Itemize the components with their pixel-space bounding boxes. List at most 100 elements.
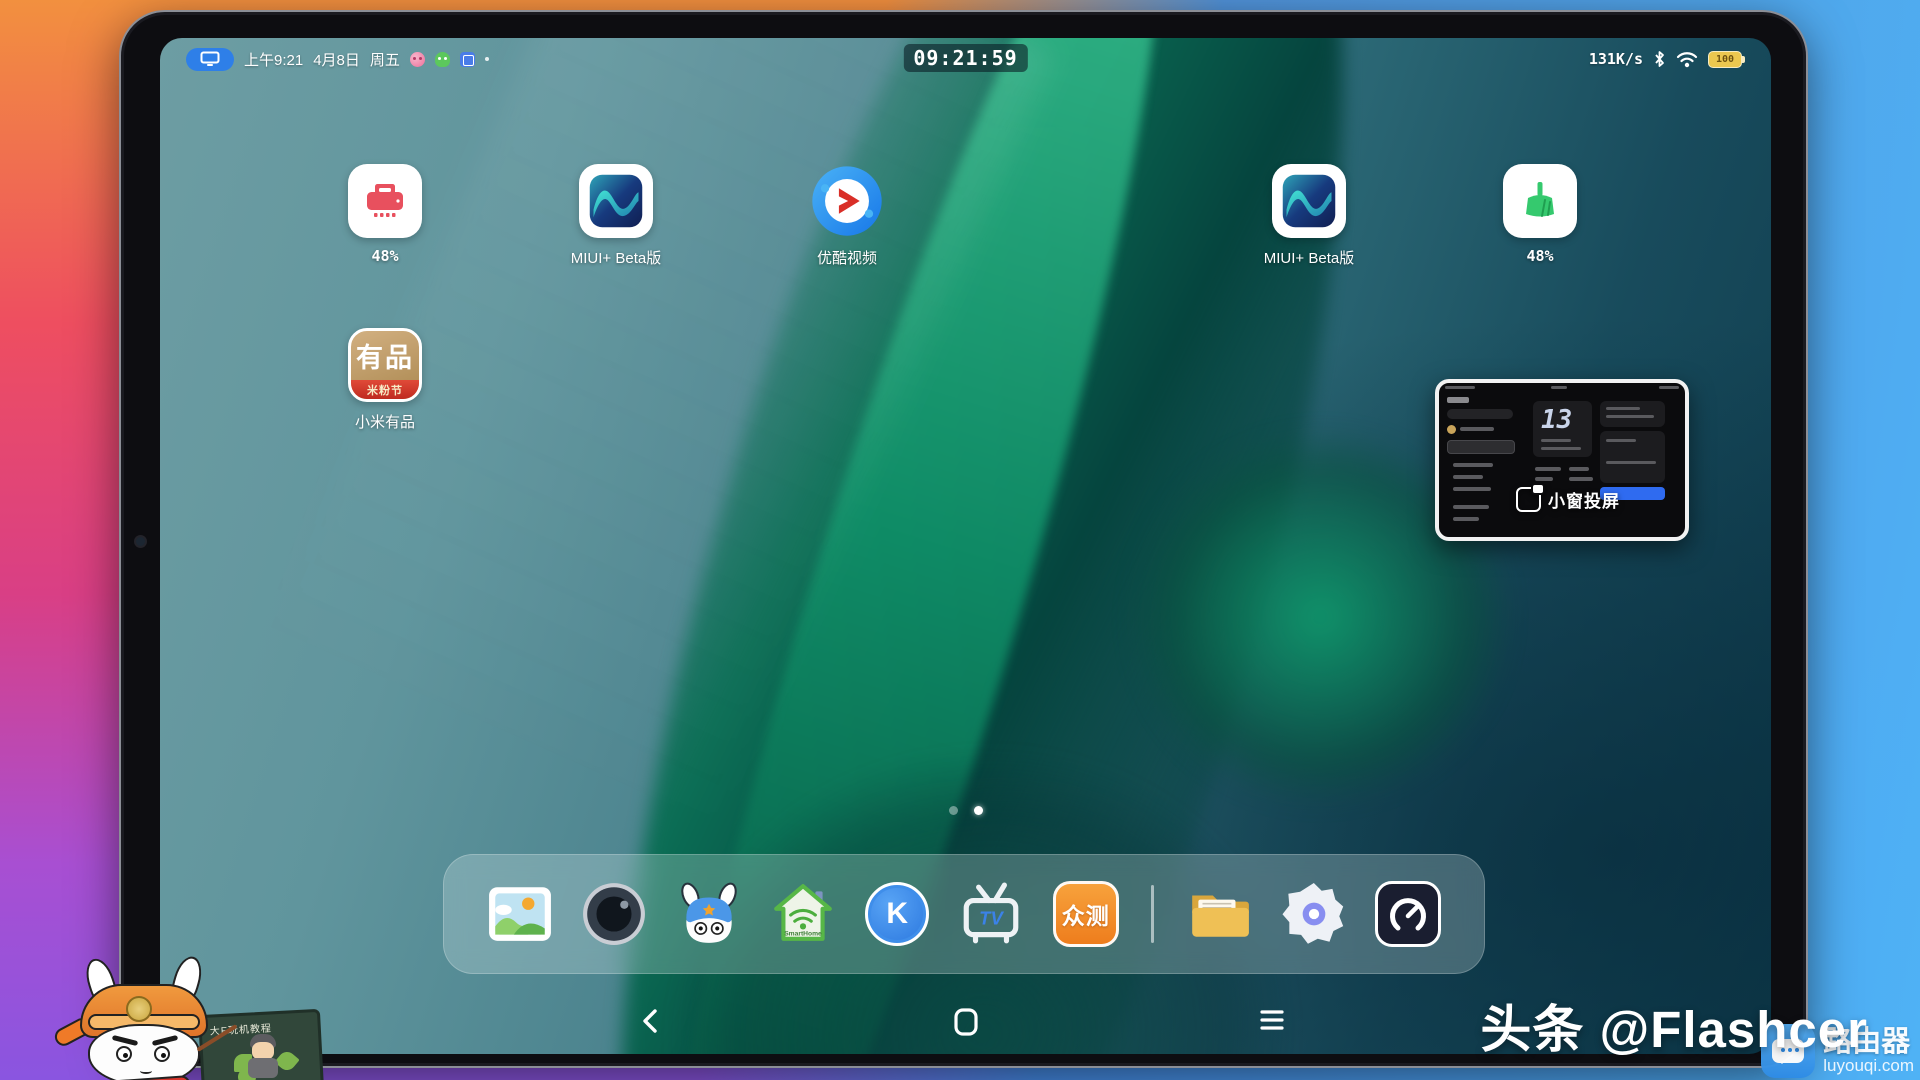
miui-plus-app-icon [579,164,653,238]
dock-settings[interactable] [1281,881,1347,947]
wallpaper-ribbon [537,622,1426,1054]
app-label: MIUI+ Beta版 [1264,247,1354,268]
nav-back-button[interactable] [639,1008,661,1039]
mini-row [1453,487,1491,491]
speedtest-app-icon [1375,881,1441,947]
status-time: 上午9:21 [244,49,303,70]
screencast-caption: 小窗投屏 [1516,487,1620,512]
app-label: 48% [1526,247,1553,265]
dock-k-app[interactable]: K [864,881,930,947]
miui-plus-app-icon [1272,164,1346,238]
mini-statusbar [1659,386,1679,389]
dock-smarthome[interactable]: SmartHome [770,881,836,947]
dock-speedtest[interactable] [1375,881,1441,947]
battery-nub [1742,56,1745,63]
page-indicator [160,806,1771,815]
mi-bunny-icon [676,881,742,947]
network-speed: 131K/s [1589,50,1643,68]
tablet-screen: 上午9:21 4月8日 周五 131K/s [160,38,1771,1054]
camera-icon [581,881,647,947]
status-bar-left: 上午9:21 4月8日 周五 [186,48,489,71]
smarthome-label: SmartHome [784,931,822,938]
zhongce-glyph: 众测 [1062,897,1110,931]
mini-statusbar [1445,386,1475,389]
mini-row [1460,427,1494,431]
smarthome-icon: SmartHome [770,881,836,947]
monitor-icon [200,51,220,67]
mini-settings-title [1447,397,1469,403]
nav-home-button[interactable] [953,1008,979,1041]
desktop-background: 上午9:21 4月8日 周五 131K/s [0,0,1920,1080]
app-miui-plus-2[interactable]: MIUI+ Beta版 [1244,164,1374,268]
app-miui-plus[interactable]: MIUI+ Beta版 [551,164,681,268]
tv-icon: TV [958,881,1024,947]
mini-statusbar [1551,386,1567,389]
tv-glyph: TV [980,907,1005,928]
dock-mi-bunny[interactable] [676,881,742,947]
settings-gear-icon [1281,881,1347,947]
wallpaper-highlight [263,38,1056,841]
app-downloading-cleaner[interactable]: 48% [1475,164,1605,265]
front-camera [136,537,145,546]
printer-app-icon [348,164,422,238]
app-label: 48% [371,247,398,265]
watermark-headline: 头条 @Flashcer [1480,988,1868,1062]
bluetooth-icon [1653,50,1666,68]
k-glyph: K [886,897,908,931]
dock-file-manager[interactable] [1186,881,1252,947]
mini-active-row [1447,440,1515,454]
youpin-app-icon: 有品 米粉节 [348,328,422,402]
mini-search-bar [1447,409,1513,419]
speedometer-icon [1386,892,1430,936]
status-date: 4月8日 [313,49,360,70]
page-dot-active [974,806,983,815]
mi-bunny-mascot [66,962,226,1080]
notification-icon-window [460,52,475,67]
zhongce-app-icon: 众测 [1053,881,1119,947]
screencast-caption-text: 小窗投屏 [1548,487,1620,512]
small-window-icon [1516,487,1541,512]
status-bar-right: 131K/s 100 [1589,50,1745,68]
dock-divider [1151,885,1154,943]
dock-gallery[interactable] [487,881,553,947]
mini-card [1600,401,1665,427]
broom-icon [1520,180,1560,222]
app-label: 优酷视频 [817,247,877,268]
mini-row [1453,475,1483,479]
dock: SmartHome K TV [443,854,1485,974]
youku-app-icon [810,164,884,238]
mascot-overlay: 大F玩机教程 [48,952,398,1080]
mini-row [1453,463,1493,467]
kid-character [234,1034,294,1080]
mini-avatar [1447,425,1456,434]
page-dot [949,806,958,815]
app-downloading-printer[interactable]: 48% [320,164,450,265]
dock-camera[interactable] [581,881,647,947]
gallery-icon [487,881,553,947]
app-label: 小米有品 [355,411,415,432]
miui-version-number: 13 [1541,405,1572,435]
folder-icon [1186,881,1252,947]
youku-play-icon [810,164,884,238]
printer-icon [364,181,406,221]
dock-tv[interactable]: TV [958,881,1024,947]
miui-plus-logo-icon [586,171,646,231]
dock-zhongce[interactable]: 众测 [1053,881,1119,947]
nav-recents-button[interactable] [1259,1008,1285,1037]
battery-level: 100 [1708,51,1742,68]
mini-row [1453,505,1489,509]
app-label: MIUI+ Beta版 [571,247,661,268]
app-youku[interactable]: 优酷视频 [782,164,912,268]
youpin-ribbon-badge: 米粉节 [351,380,419,399]
wifi-icon [1676,51,1698,68]
notification-icon-pink [410,52,425,67]
cleaner-app-icon [1503,164,1577,238]
small-window-screencast-preview[interactable]: 13 小窗 [1435,379,1689,541]
youpin-glyph: 有品 [351,331,419,380]
screen-recorder-timer[interactable]: 09:21:59 [903,44,1027,72]
miui-plus-logo-icon [1279,171,1339,231]
app-xiaomi-youpin[interactable]: 有品 米粉节 小米有品 [320,328,450,432]
screen-projection-pill[interactable] [186,48,234,71]
battery-icon: 100 [1708,51,1745,68]
mini-row [1453,517,1479,521]
